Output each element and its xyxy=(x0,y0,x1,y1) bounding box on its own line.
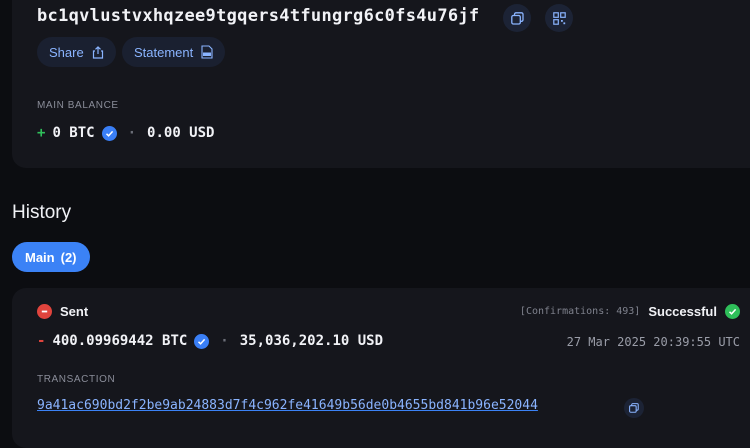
qr-code-button[interactable] xyxy=(545,4,573,32)
separator-dot: · xyxy=(127,125,137,141)
transaction-direction: Sent xyxy=(37,304,88,319)
copy-icon xyxy=(629,403,639,413)
amount-btc: 400.09969442 BTC xyxy=(52,333,188,349)
pdf-icon xyxy=(201,45,213,59)
balance-sign: + xyxy=(37,125,46,141)
statement-button[interactable]: Statement xyxy=(122,37,226,67)
share-icon xyxy=(92,45,103,59)
transaction-label: TRANSACTION xyxy=(37,374,116,385)
separator-dot: · xyxy=(220,333,229,349)
tab-main-count: (2) xyxy=(60,249,77,265)
amount-usd: 35,036,202.10 USD xyxy=(239,333,384,349)
transaction-hash-link[interactable]: 9a41ac690bd2f2be9ab24883d7f4c962fe41649b… xyxy=(37,398,538,413)
direction-label: Sent xyxy=(60,304,89,319)
history-title: History xyxy=(12,202,72,223)
share-button[interactable]: Share xyxy=(37,37,116,67)
success-check-icon xyxy=(725,304,740,319)
qr-code-icon xyxy=(552,11,566,25)
share-label: Share xyxy=(49,44,84,60)
verified-check-icon xyxy=(194,333,210,349)
transaction-status: [Confirmations: 493] Successful xyxy=(520,304,740,319)
tab-main[interactable]: Main (2) xyxy=(12,242,90,272)
confirmations-count: [Confirmations: 493] xyxy=(519,306,641,317)
statement-label: Statement xyxy=(134,44,194,60)
copy-icon xyxy=(510,11,524,25)
status-label: Successful xyxy=(648,304,717,319)
transaction-date: 27 Mar 2025 20:39:55 UTC xyxy=(566,335,740,349)
wallet-address: bc1qvlustvxhqzee9tgqers4tfungrg6c0fs4u76… xyxy=(37,6,480,26)
balance-usd: 0.00 USD xyxy=(147,125,215,141)
copy-hash-button[interactable] xyxy=(624,398,644,418)
transaction-amount: - 400.09969442 BTC · 35,036,202.10 USD xyxy=(37,333,383,349)
amount-sign: - xyxy=(37,333,46,349)
sent-minus-icon xyxy=(37,304,52,319)
copy-address-button[interactable] xyxy=(503,4,531,32)
balance-btc: 0 BTC xyxy=(52,125,95,141)
verified-check-icon xyxy=(101,125,117,141)
tab-main-label: Main xyxy=(25,249,55,265)
main-balance-label: MAIN BALANCE xyxy=(37,100,119,111)
main-balance: + 0 BTC · 0.00 USD xyxy=(37,125,214,141)
